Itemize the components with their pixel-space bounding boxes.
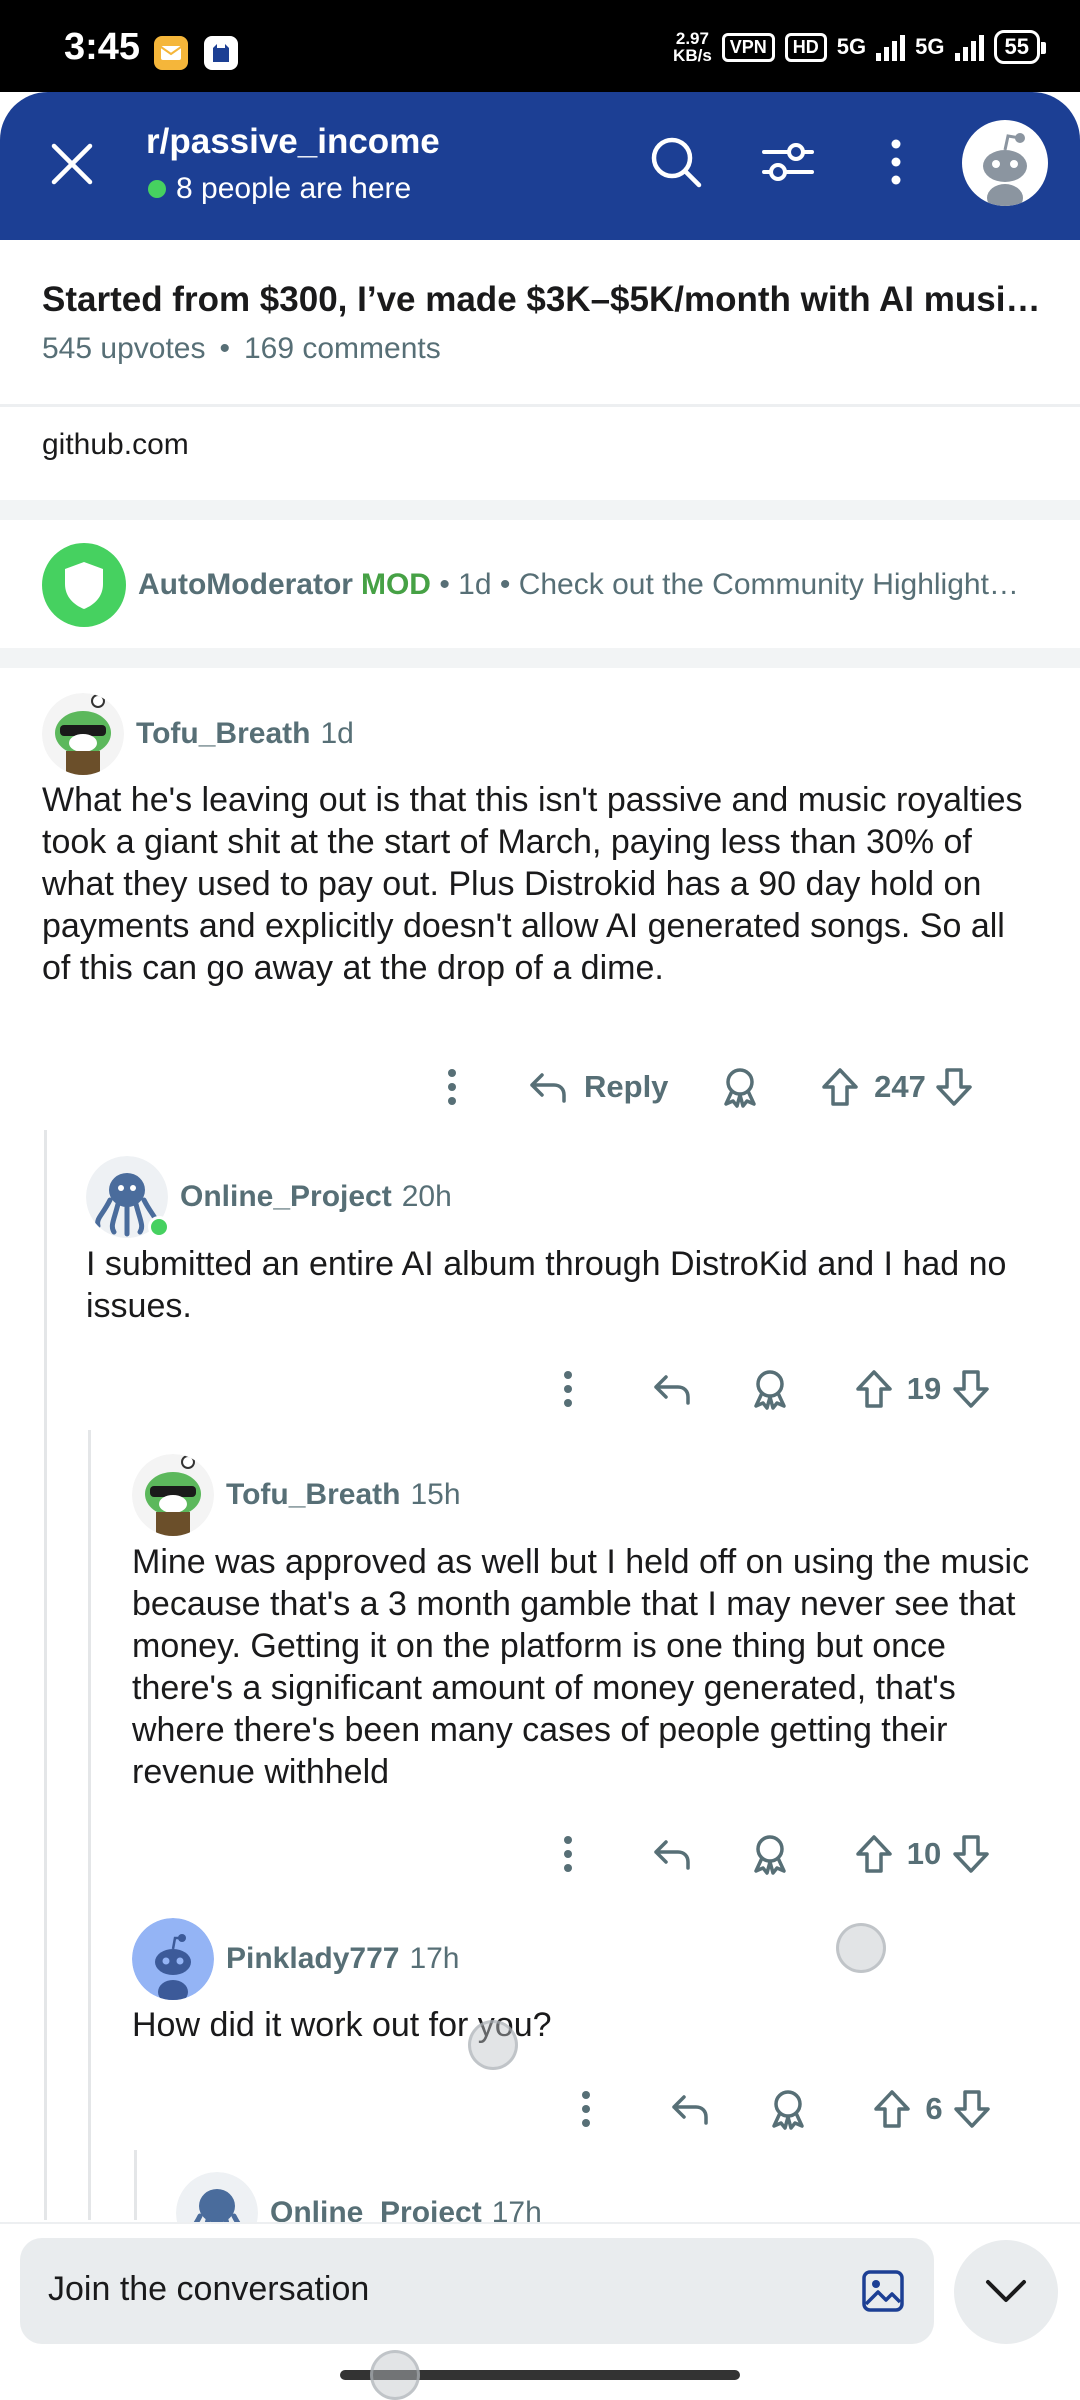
award-icon[interactable] — [712, 1066, 768, 1108]
comment-score: 6 — [925, 2091, 943, 2126]
comment-score: 10 — [906, 1836, 942, 1871]
chevron-down-icon — [986, 2280, 1026, 2302]
downvote-icon[interactable] — [946, 1369, 996, 1409]
comment-body: Mine was approved as well but I held off… — [132, 1543, 1030, 1791]
status-bar: 3:45 2.97 KB/s VPN HD 5G 5G 55 — [0, 0, 1080, 92]
snoo-avatar[interactable] — [132, 1918, 214, 2000]
thread-line — [88, 1430, 91, 2220]
online-status-icon — [148, 1216, 170, 1238]
award-icon[interactable] — [742, 1368, 798, 1410]
award-icon[interactable] — [742, 1833, 798, 1875]
image-upload-icon[interactable] — [860, 2268, 906, 2314]
comment-author[interactable]: Tofu_Breath — [226, 1478, 400, 1512]
comment-author[interactable]: Pinklady777 — [226, 1942, 399, 1976]
frog-avatar[interactable] — [42, 693, 124, 775]
downvote-icon[interactable] — [948, 2089, 996, 2129]
comment-time: 20h — [401, 1180, 452, 1213]
collapse-button[interactable] — [954, 2240, 1058, 2344]
vpn-icon: VPN — [721, 32, 775, 62]
comment-composer[interactable]: Join the conversation — [20, 2238, 934, 2344]
status-time: 3:45 — [64, 26, 141, 68]
user-avatar[interactable] — [962, 120, 1048, 206]
signal-5g-label-2: 5G — [915, 34, 945, 59]
shield-icon — [42, 543, 126, 627]
divider — [0, 500, 1080, 520]
comment-author[interactable]: Online_Project — [180, 1180, 392, 1214]
status-icons: 2.97 KB/s VPN HD 5G 5G 55 — [673, 29, 1047, 65]
upvote-icon[interactable] — [846, 1834, 902, 1874]
reply-icon[interactable] — [662, 2091, 718, 2127]
touch-indicator — [370, 2350, 420, 2400]
reply-icon[interactable] — [644, 1371, 700, 1407]
search-icon[interactable] — [646, 132, 706, 192]
automod-author: AutoModerator — [138, 568, 353, 601]
online-count: 8 people are here — [148, 172, 411, 206]
mod-badge: MOD — [360, 568, 431, 601]
comment-author[interactable]: Tofu_Breath — [136, 717, 310, 751]
app-notification-icon — [204, 36, 238, 70]
post-upvotes: 545 upvotes — [42, 332, 206, 365]
automod-comment[interactable]: AutoModerator MOD • 1d • Check out the Co… — [42, 542, 1042, 628]
post-comment-count: 169 comments — [243, 332, 441, 365]
signal-icon — [876, 33, 906, 61]
divider — [0, 648, 1080, 668]
award-icon[interactable] — [760, 2088, 816, 2130]
divider — [0, 404, 1080, 407]
comment-time: 1d — [320, 717, 354, 750]
comment-body: How did it work out for you? — [132, 2006, 552, 2044]
more-options-icon[interactable] — [866, 132, 926, 192]
upvote-icon[interactable] — [846, 1369, 902, 1409]
hd-icon: HD — [784, 32, 827, 62]
post-link[interactable]: github.com — [42, 428, 189, 462]
more-options-icon[interactable] — [558, 2089, 614, 2129]
automod-preview: • 1d • Check out the Community Highlight… — [439, 568, 1019, 601]
downvote-icon[interactable] — [932, 1067, 976, 1107]
composer-placeholder: Join the conversation — [48, 2270, 370, 2308]
online-dot-icon — [148, 180, 166, 198]
mail-notification-icon — [154, 36, 188, 70]
automod-line: AutoModerator MOD • 1d • Check out the Co… — [138, 568, 1019, 602]
comment-score: 247 — [874, 1069, 926, 1104]
post-meta: 545 upvotes • 169 comments — [42, 332, 441, 365]
frog-avatar[interactable] — [132, 1454, 214, 1536]
network-speed: 2.97 KB/s — [673, 29, 712, 65]
reply-icon[interactable] — [644, 1836, 700, 1872]
reply-button[interactable]: Reply — [528, 1069, 708, 1105]
signal-icon-2 — [954, 33, 984, 61]
touch-indicator — [836, 1923, 886, 1973]
comment-score: 19 — [906, 1371, 942, 1406]
comment-body: What he's leaving out is that this isn't… — [42, 781, 1023, 987]
more-options-icon[interactable] — [540, 1369, 596, 1409]
signal-5g-label: 5G — [836, 34, 867, 59]
post-title[interactable]: Started from $300, I’ve made $3K–$5K/mon… — [42, 280, 1042, 320]
upvote-icon[interactable] — [812, 1067, 868, 1107]
comment-time: 17h — [409, 1942, 460, 1975]
subreddit-name[interactable]: r/passive_income — [146, 122, 440, 162]
battery-icon: 55 — [993, 30, 1047, 64]
downvote-icon[interactable] — [946, 1834, 996, 1874]
close-icon[interactable] — [48, 140, 96, 188]
subreddit-header: r/passive_income 8 people are here — [0, 92, 1080, 240]
filter-icon[interactable] — [758, 132, 818, 192]
comment-body: I submitted an entire AI album through D… — [86, 1245, 1007, 1325]
thread-line — [134, 2150, 137, 2220]
reply-icon — [530, 1073, 566, 1103]
thread-line — [44, 1130, 47, 2220]
more-options-icon[interactable] — [424, 1067, 480, 1107]
more-options-icon[interactable] — [540, 1834, 596, 1874]
touch-indicator — [468, 2020, 518, 2070]
comment-time: 15h — [410, 1478, 461, 1511]
upvote-icon[interactable] — [864, 2089, 920, 2129]
